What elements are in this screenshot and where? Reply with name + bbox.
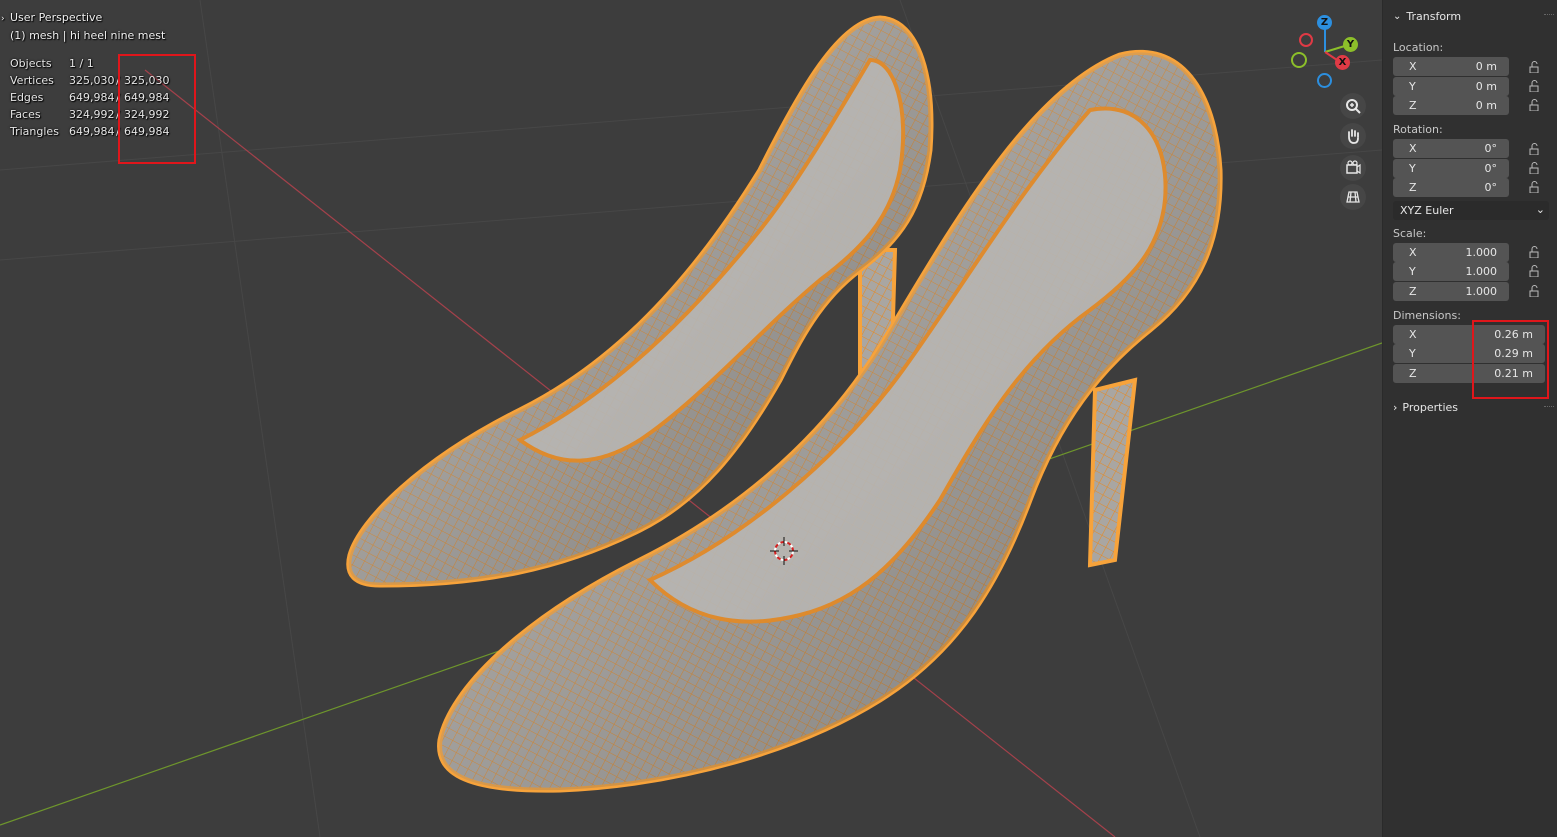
dimension-y-field[interactable]: Y 0.29 m (1393, 344, 1545, 363)
drag-grip-icon[interactable] (1544, 406, 1554, 410)
gizmo-neg-z-icon[interactable] (1317, 73, 1332, 88)
scale-label: Scale: (1393, 227, 1427, 240)
properties-header[interactable]: › Properties (1393, 401, 1458, 414)
scene-canvas[interactable] (0, 0, 1382, 837)
stats-value: 1 / 1 (69, 57, 94, 70)
stats-value: 649,984 (69, 125, 115, 138)
3d-viewport[interactable]: User Perspective (1) mesh | hi heel nine… (0, 0, 1382, 837)
zoom-icon[interactable] (1340, 93, 1366, 119)
location-label: Location: (1393, 41, 1444, 54)
rotation-y-field[interactable]: Y 0° (1393, 159, 1509, 178)
gizmo-z-icon[interactable]: Z (1317, 15, 1332, 30)
lock-icon[interactable] (1529, 61, 1541, 73)
camera-icon[interactable] (1340, 155, 1366, 181)
lock-icon[interactable] (1529, 99, 1541, 111)
grid-ortho-icon[interactable] (1340, 184, 1366, 210)
stats-total: 649,984 (124, 91, 170, 104)
lock-icon[interactable] (1529, 265, 1541, 277)
lock-icon[interactable] (1529, 246, 1541, 258)
rotation-x-field[interactable]: X 0° (1393, 139, 1509, 158)
gizmo-x-icon[interactable]: X (1335, 55, 1350, 70)
rotation-label: Rotation: (1393, 123, 1443, 136)
header-expand-icon[interactable]: › (1, 14, 5, 24)
stats-total: 649,984 (124, 125, 170, 138)
stats-label: Edges (10, 91, 44, 104)
gizmo-y-icon[interactable]: Y (1343, 37, 1358, 52)
lock-icon[interactable] (1529, 181, 1541, 193)
dimension-z-field[interactable]: Z 0.21 m (1393, 364, 1545, 383)
stats-label: Vertices (10, 74, 54, 87)
transform-header[interactable]: ⌄ Transform (1393, 10, 1461, 23)
stats-label: Objects (10, 57, 52, 70)
chevron-down-icon: ⌄ (1535, 203, 1545, 216)
chevron-down-icon: ⌄ (1393, 11, 1402, 22)
navigation-gizmo[interactable]: Z Y X (1285, 12, 1365, 92)
dimensions-label: Dimensions: (1393, 309, 1461, 322)
stats-value: 324,992 (69, 108, 115, 121)
location-x-field[interactable]: X0 m (1393, 57, 1509, 76)
drag-grip-icon[interactable] (1544, 14, 1554, 18)
location-y-field[interactable]: Y0 m (1393, 77, 1509, 96)
scale-y-field[interactable]: Y 1.000 (1393, 262, 1509, 281)
scale-z-field[interactable]: Z 1.000 (1393, 282, 1509, 301)
transform-title: Transform (1406, 10, 1462, 23)
scale-x-field[interactable]: X 1.000 (1393, 243, 1509, 262)
view-title: User Perspective (10, 11, 103, 24)
stats-total: 325,030 (124, 74, 170, 87)
lock-icon[interactable] (1529, 143, 1541, 155)
stats-separator: / (116, 108, 120, 121)
properties-title: Properties (1402, 401, 1458, 414)
chevron-right-icon: › (1393, 401, 1398, 414)
gizmo-neg-x-icon[interactable] (1299, 33, 1313, 47)
dimension-x-field[interactable]: X 0.26 m (1393, 325, 1545, 344)
stats-label: Faces (10, 108, 41, 121)
properties-sidebar[interactable]: ⌄ Transform Location: X0 m Y0 m Z0 m Rot… (1382, 0, 1557, 837)
rotation-mode-value: XYZ Euler (1400, 204, 1454, 217)
gizmo-neg-y-icon[interactable] (1291, 52, 1307, 68)
stats-label: Triangles (10, 125, 59, 138)
lock-icon[interactable] (1529, 162, 1541, 174)
stats-value: 649,984 (69, 91, 115, 104)
lock-icon[interactable] (1529, 285, 1541, 297)
stats-total: 324,992 (124, 108, 170, 121)
rotation-z-field[interactable]: Z 0° (1393, 178, 1509, 197)
hand-pan-icon[interactable] (1340, 123, 1366, 149)
object-name: (1) mesh | hi heel nine mest (10, 29, 166, 42)
lock-icon[interactable] (1529, 80, 1541, 92)
stats-separator: / (116, 125, 120, 138)
stats-separator: / (116, 74, 120, 87)
location-z-field[interactable]: Z0 m (1393, 96, 1509, 115)
rotation-mode-dropdown[interactable]: XYZ Euler ⌄ (1393, 201, 1549, 220)
stats-separator: / (116, 91, 120, 104)
stats-value: 325,030 (69, 74, 115, 87)
